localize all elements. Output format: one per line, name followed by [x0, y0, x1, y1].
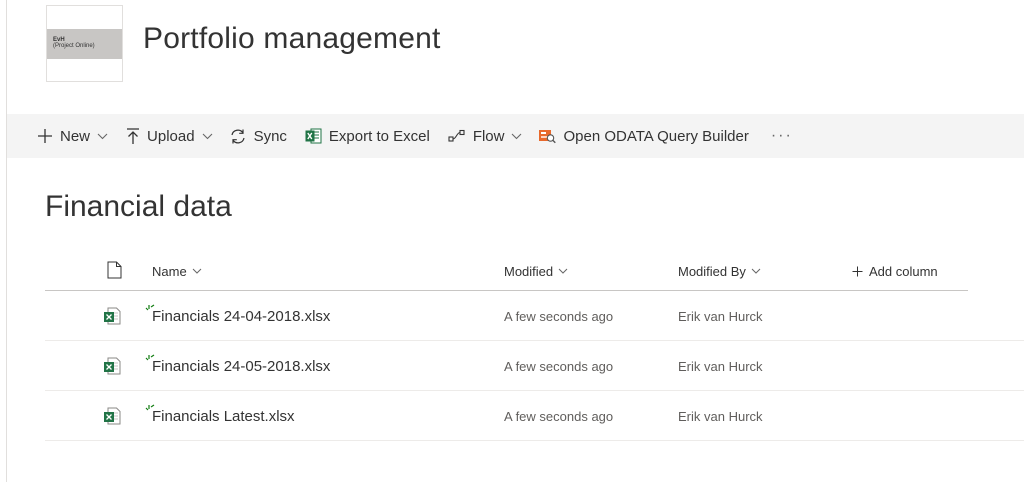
site-title[interactable]: Portfolio management	[143, 22, 441, 56]
excel-icon	[305, 128, 322, 144]
file-name-link[interactable]: Financials 24-05-2018.xlsx	[145, 354, 331, 375]
sync-button[interactable]: Sync	[223, 114, 293, 158]
modified-by-cell[interactable]: Erik van Hurck	[678, 291, 763, 341]
more-commands-button[interactable]: ···	[765, 114, 799, 158]
modified-by-column-label: Modified By	[678, 263, 746, 279]
table-row[interactable]: Financials 24-04-2018.xlsx A few seconds…	[45, 291, 1024, 341]
excel-file-icon	[103, 341, 121, 391]
document-icon	[107, 261, 122, 282]
name-cell: Financials 24-04-2018.xlsx	[145, 291, 331, 341]
table-row[interactable]: Financials Latest.xlsx A few seconds ago…	[45, 391, 1024, 441]
sync-button-label: Sync	[253, 127, 287, 145]
modified-by-cell[interactable]: Erik van Hurck	[678, 391, 763, 441]
plus-icon	[37, 128, 53, 144]
modified-by-column-header[interactable]: Modified By	[678, 251, 761, 291]
name-column-header[interactable]: Name	[152, 251, 202, 291]
modified-by-cell[interactable]: Erik van Hurck	[678, 341, 763, 391]
file-name: Financials 24-04-2018.xlsx	[152, 307, 331, 325]
site-logo-banner: EvH (Project Online)	[47, 29, 122, 59]
site-logo[interactable]: EvH (Project Online)	[46, 5, 123, 82]
plus-icon	[852, 266, 863, 277]
flow-button-label: Flow	[472, 127, 505, 145]
chevron-down-icon	[751, 268, 761, 274]
new-item-icon	[145, 351, 155, 368]
export-to-excel-button[interactable]: Export to Excel	[299, 114, 436, 158]
name-cell: Financials Latest.xlsx	[145, 391, 295, 441]
add-column-label: Add column	[869, 263, 938, 279]
command-bar: New Upload Sync Export to Excel Flow Ope…	[7, 114, 1024, 158]
upload-icon	[126, 127, 140, 145]
table-row[interactable]: Financials 24-05-2018.xlsx A few seconds…	[45, 341, 1024, 391]
modified-cell: A few seconds ago	[504, 308, 614, 324]
new-item-icon	[145, 401, 155, 418]
file-name-link[interactable]: Financials 24-04-2018.xlsx	[145, 304, 331, 325]
open-odata-query-builder-label: Open ODATA Query Builder	[563, 127, 749, 145]
site-logo-text-secondary: (Project Online)	[53, 43, 95, 49]
chevron-down-icon	[558, 268, 568, 274]
new-button[interactable]: New	[31, 114, 114, 158]
excel-file-icon	[103, 291, 121, 341]
file-name: Financials Latest.xlsx	[152, 407, 295, 425]
flow-icon	[448, 129, 466, 143]
list-header: Name Modified Modified By Add column	[45, 251, 968, 291]
export-to-excel-label: Export to Excel	[328, 127, 430, 145]
chevron-down-icon	[192, 268, 202, 274]
modified-column-header[interactable]: Modified	[504, 251, 568, 291]
new-item-icon	[145, 301, 155, 318]
query-builder-icon	[538, 128, 557, 144]
modified-cell: A few seconds ago	[504, 358, 614, 374]
library-title: Financial data	[45, 190, 232, 223]
chevron-down-icon	[511, 133, 522, 140]
excel-file-icon	[103, 391, 121, 441]
chevron-down-icon	[97, 133, 108, 140]
open-odata-query-builder-button[interactable]: Open ODATA Query Builder	[532, 114, 754, 158]
name-cell: Financials 24-05-2018.xlsx	[145, 341, 331, 391]
modified-cell: A few seconds ago	[504, 408, 614, 424]
modified-column-label: Modified	[504, 263, 554, 279]
file-name: Financials 24-05-2018.xlsx	[152, 357, 331, 375]
name-column-label: Name	[152, 263, 187, 279]
page-left-border	[6, 0, 7, 482]
new-button-label: New	[60, 127, 91, 145]
upload-button-label: Upload	[147, 127, 195, 145]
sync-icon	[229, 128, 247, 145]
file-name-link[interactable]: Financials Latest.xlsx	[145, 404, 295, 425]
add-column-button[interactable]: Add column	[852, 251, 938, 291]
flow-button[interactable]: Flow	[442, 114, 529, 158]
chevron-down-icon	[202, 133, 213, 140]
upload-button[interactable]: Upload	[120, 114, 219, 158]
file-type-column-header[interactable]	[107, 251, 122, 291]
